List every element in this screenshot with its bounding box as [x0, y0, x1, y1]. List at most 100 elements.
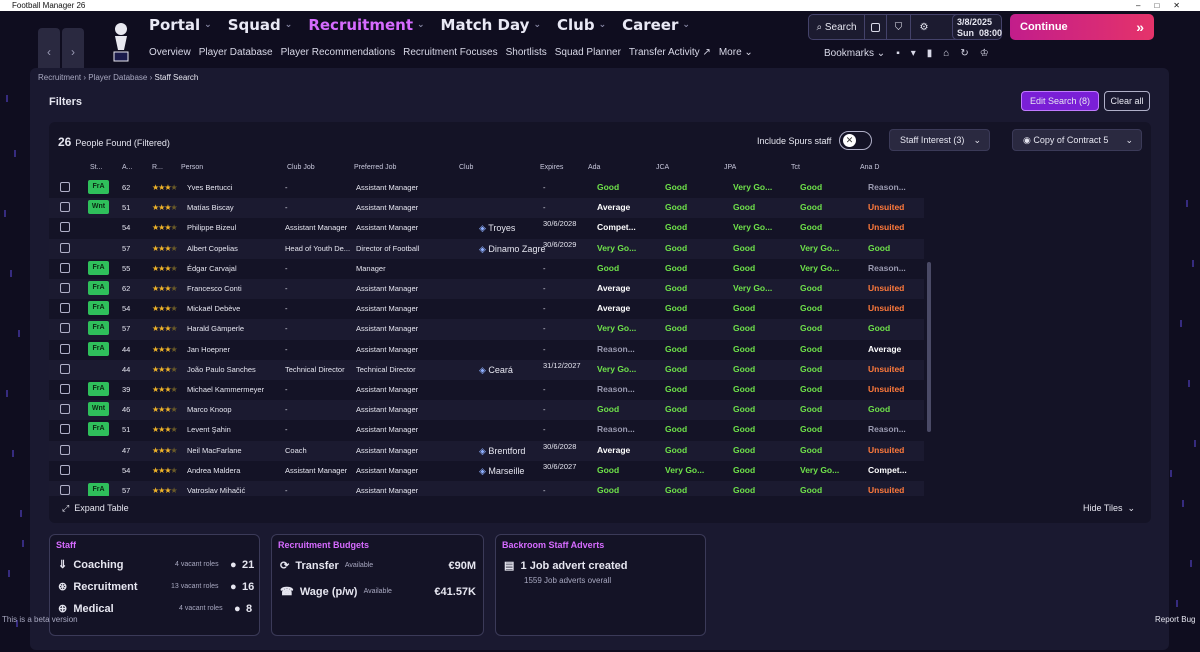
bookmarks-dropdown[interactable]: Bookmarks ⌄: [824, 48, 885, 59]
row-checkbox[interactable]: [60, 182, 70, 192]
search-button[interactable]: ⌕ Search: [809, 15, 865, 39]
cell-person[interactable]: Philippe Bizeul: [187, 223, 236, 232]
cell-person[interactable]: Marco Knoop: [187, 405, 232, 414]
col-tct[interactable]: Tct: [791, 164, 800, 171]
adverts-tile[interactable]: Backroom Staff Adverts ▤ 1 Job advert cr…: [495, 534, 706, 636]
row-checkbox[interactable]: [60, 303, 70, 314]
row-checkbox[interactable]: [60, 464, 70, 475]
hierarchy-icon[interactable]: ⌂: [943, 48, 949, 59]
table-row[interactable]: ★★★★ 54 Andrea Maldera Assistant Manager Ass…: [49, 461, 924, 481]
table-row[interactable]: ★★★★ 54 Philippe Bizeul Assistant Manager As…: [49, 218, 924, 238]
row-checkbox[interactable]: [60, 262, 70, 273]
nav-portal[interactable]: Portal ⌄: [149, 16, 212, 34]
table-row[interactable]: FrA ★★★★ 44 Jan Hoepner - Assistant Manager - R…: [49, 340, 924, 360]
col-status[interactable]: St...: [90, 164, 102, 171]
table-row[interactable]: Wnt ★★★★ 46 Marco Knoop - Assistant Manager - G…: [49, 400, 924, 421]
club-crest-icon[interactable]: [106, 20, 136, 64]
cell-club[interactable]: ◈ Dinamo Zagre: [479, 244, 545, 255]
row-checkbox[interactable]: [60, 424, 70, 435]
table-row[interactable]: FrA ★★★★ 57 Harald Gämperle - Assistant Manag…: [49, 319, 924, 340]
budgets-tile[interactable]: Recruitment Budgets ⟳ Transfer Available…: [271, 534, 484, 636]
nav-club[interactable]: Club ⌄: [557, 16, 606, 34]
col-ada[interactable]: Ada: [588, 164, 600, 171]
shirt-icon[interactable]: ▾: [911, 48, 916, 59]
cell-person[interactable]: Michael Kammermeyer: [187, 385, 264, 394]
cell-club[interactable]: ◈ Ceará: [479, 365, 513, 376]
cell-club[interactable]: ◈ Brentford: [479, 446, 525, 457]
club-button[interactable]: ⛉: [887, 15, 911, 39]
edit-search-button[interactable]: Edit Search (8): [1021, 91, 1099, 111]
table-row[interactable]: ★★★★ 57 Albert Copelias Head of Youth De...…: [49, 238, 924, 259]
table-row[interactable]: FrA ★★★★ 62 Yves Bertucci - Assistant Manager…: [49, 178, 924, 198]
col-club-job[interactable]: Club Job: [287, 164, 315, 171]
staff-tile[interactable]: Staff ⇓ Coaching 4 vacant roles ● 21 ⊛ R…: [49, 534, 260, 636]
col-ana[interactable]: Ana D: [860, 164, 879, 171]
row-checkbox[interactable]: [60, 242, 70, 253]
hide-tiles-button[interactable]: Hide Tiles ⌄: [1083, 503, 1135, 514]
settings-button[interactable]: ⚙: [911, 15, 937, 39]
view-dropdown[interactable]: ◉ Copy of Contract 5 ⌄: [1012, 129, 1142, 151]
trophy-icon[interactable]: ♔: [980, 48, 989, 59]
cell-person[interactable]: Neil MacFarlane: [187, 446, 242, 455]
col-rating[interactable]: R...: [152, 164, 163, 171]
table-row[interactable]: FrA ★★★★ 62 Francesco Conti - Assistant Manag…: [49, 279, 924, 300]
subnav-transfer-activity[interactable]: Transfer Activity ↗: [629, 47, 711, 58]
table-row[interactable]: ★★★★ 44 João Paulo Sanches Technical Direct…: [49, 359, 924, 380]
row-checkbox[interactable]: [60, 202, 70, 213]
row-checkbox[interactable]: [60, 222, 70, 233]
col-preferred-job[interactable]: Preferred Job: [354, 164, 396, 171]
table-row[interactable]: FrA ★★★★ 55 Édgar Carvajal - Manager - Good Good…: [49, 259, 924, 279]
clear-all-button[interactable]: Clear all: [1104, 91, 1150, 111]
continue-button[interactable]: Continue »: [1010, 14, 1154, 40]
cell-person[interactable]: Mickaël Debève: [187, 304, 240, 313]
cell-person[interactable]: Vatroslav Mihačić: [187, 486, 245, 495]
table-row[interactable]: FrA ★★★★ 51 Levent Şahin - Assistant Manager -…: [49, 420, 924, 440]
col-jca[interactable]: JCA: [656, 164, 669, 171]
row-checkbox[interactable]: [60, 343, 70, 354]
cell-person[interactable]: Matías Biscay: [187, 203, 234, 212]
cell-person[interactable]: João Paulo Sanches: [187, 365, 256, 374]
refresh-icon[interactable]: ↻: [960, 48, 968, 59]
table-row[interactable]: ★★★★ 47 Neil MacFarlane Coach Assistant Mana…: [49, 440, 924, 461]
chat-icon[interactable]: ▪: [896, 48, 900, 59]
row-checkbox[interactable]: [60, 444, 70, 455]
row-checkbox[interactable]: [60, 323, 70, 334]
row-checkbox[interactable]: [60, 404, 70, 415]
col-jpa[interactable]: JPA: [724, 164, 736, 171]
cell-person[interactable]: Yves Bertucci: [187, 183, 232, 192]
col-club[interactable]: Club: [459, 164, 473, 171]
cell-person[interactable]: Levent Şahin: [187, 425, 231, 434]
subnav-squad-planner[interactable]: Squad Planner: [555, 47, 621, 58]
nav-match-day[interactable]: Match Day ⌄: [441, 16, 541, 34]
nav-career[interactable]: Career ⌄: [622, 16, 690, 34]
nav-recruitment[interactable]: Recruitment ⌄: [308, 16, 424, 34]
clipboard-icon[interactable]: ▮: [927, 48, 933, 59]
window-controls[interactable]: –□✕: [1136, 0, 1194, 11]
row-checkbox[interactable]: [60, 384, 70, 394]
row-checkbox[interactable]: [60, 485, 70, 495]
nav-squad[interactable]: Squad ⌄: [228, 16, 293, 34]
cell-person[interactable]: Andrea Maldera: [187, 466, 240, 475]
cell-person[interactable]: Édgar Carvajal: [187, 264, 237, 273]
cell-person[interactable]: Jan Hoepner: [187, 345, 230, 354]
cell-club[interactable]: ◈ Troyes: [479, 223, 515, 234]
table-row[interactable]: FrA ★★★★ 54 Mickaël Debève - Assistant Manage…: [49, 299, 924, 319]
table-row[interactable]: Wnt ★★★★ 51 Matías Biscay - Assistant Manager…: [49, 198, 924, 219]
staff-interest-dropdown[interactable]: Staff Interest (3) ⌄: [889, 129, 990, 151]
subnav-recruitment-focuses[interactable]: Recruitment Focuses: [403, 47, 497, 58]
subnav-overview[interactable]: Overview: [149, 47, 191, 58]
table-row[interactable]: FrA ★★★★ 57 Vatroslav Mihačić - Assistant Man…: [49, 481, 924, 496]
cell-person[interactable]: Albert Copelias: [187, 244, 238, 253]
breadcrumb-player-database[interactable]: Player Database: [88, 73, 147, 82]
table-row[interactable]: FrA ★★★★ 39 Michael Kammermeyer - Assistant M…: [49, 380, 924, 400]
subnav-player-database[interactable]: Player Database: [199, 47, 273, 58]
include-staff-toggle[interactable]: ✕: [839, 131, 872, 150]
col-person[interactable]: Person: [181, 164, 203, 171]
cell-club[interactable]: ◈ Marseille: [479, 466, 524, 477]
col-expires[interactable]: Expires: [540, 164, 563, 171]
subnav-player-recommendations[interactable]: Player Recommendations: [281, 47, 396, 58]
notes-button[interactable]: [865, 15, 887, 39]
row-checkbox[interactable]: [60, 363, 70, 374]
table-scrollbar[interactable]: [927, 262, 931, 432]
subnav-shortlists[interactable]: Shortlists: [506, 47, 547, 58]
